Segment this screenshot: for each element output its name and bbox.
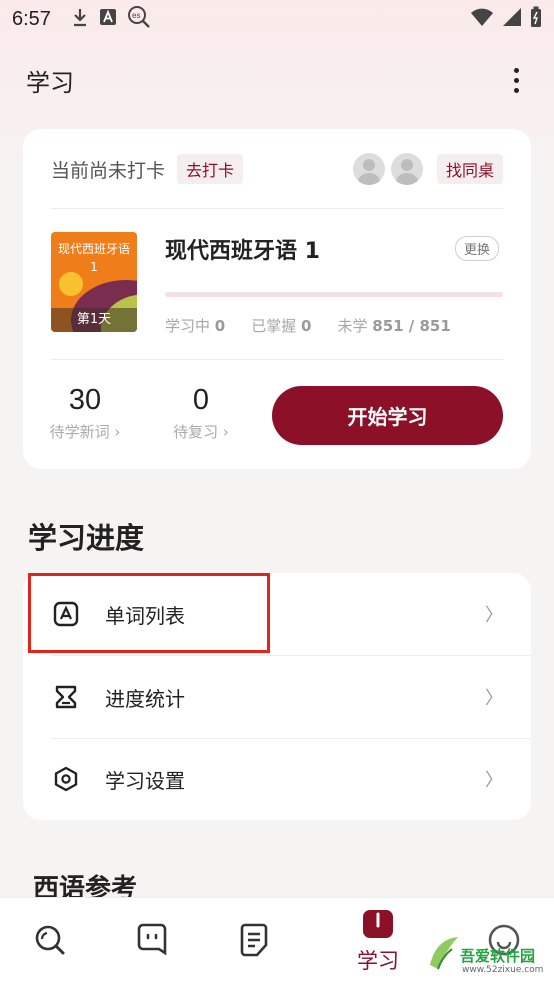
nav-item-documents[interactable] (219, 898, 289, 984)
watermark-url: www.52zixue.com (462, 965, 544, 975)
divider (51, 359, 503, 360)
change-book-button[interactable]: 更换 (455, 236, 500, 261)
status-bar: 6:57 es (0, 0, 554, 38)
watermark-logo: 吾爱软件园 www.52zixue.com (424, 925, 554, 983)
cover-title: 现代西班牙语 1 (57, 242, 130, 274)
word-stats: 学习中 0 已掌握 0 未学 851 / 851 (165, 315, 451, 336)
wifi-icon (470, 7, 494, 32)
chevron-right-icon: 〉 (485, 770, 503, 791)
cover-day: 第1天 (51, 308, 137, 332)
stat-unlearned: 未学 851 / 851 (337, 317, 451, 335)
chevron-right-icon: 〉 (485, 605, 503, 626)
settings-hex-icon (51, 764, 81, 794)
stat-mastered: 已掌握 0 (251, 317, 312, 335)
checkin-button[interactable]: 去打卡 (177, 154, 244, 184)
menu-item-label: 学习设置 (105, 768, 185, 793)
book-progress-bar (165, 292, 503, 297)
study-card: 当前尚未打卡 去打卡 找同桌 现代西班牙语 1 第1天 现代西班牙语 1 更换 … (23, 129, 531, 469)
review-label: 待复习 › (173, 423, 229, 441)
signal-icon (502, 7, 522, 32)
download-icon (71, 7, 89, 32)
find-partner-button[interactable]: 找同桌 (436, 154, 503, 184)
menu-item-progress-stats[interactable]: 进度统计 〉 (23, 656, 531, 738)
new-words-count[interactable]: 30 待学新词 › (35, 384, 135, 442)
stat-learning: 学习中 0 (165, 317, 226, 335)
menu-item-label: 进度统计 (105, 686, 185, 711)
more-vertical-icon[interactable] (504, 60, 528, 100)
checkin-status: 当前尚未打卡 (51, 159, 166, 182)
checkin-row: 当前尚未打卡 去打卡 找同桌 (51, 151, 503, 187)
document-icon (239, 923, 269, 961)
svg-text:es: es (132, 11, 140, 20)
nav-item-label: 学习 (357, 948, 399, 973)
status-time: 6:57 (12, 7, 51, 30)
partner-avatars[interactable] (352, 153, 423, 185)
page-title: 学习 (26, 68, 74, 97)
new-words-label: 待学新词 › (49, 423, 121, 441)
nav-item-chat[interactable] (117, 898, 187, 984)
nav-item-search[interactable] (15, 898, 85, 984)
hourglass-icon (51, 682, 81, 712)
new-words-number: 30 (68, 384, 102, 416)
study-book-icon (362, 909, 394, 943)
divider (51, 208, 503, 209)
review-count[interactable]: 0 待复习 › (151, 384, 251, 442)
search-icon (33, 923, 67, 961)
nav-item-study[interactable]: 学习 (343, 898, 413, 984)
book-cover[interactable]: 现代西班牙语 1 第1天 (51, 232, 137, 332)
watermark-text: 吾爱软件园 (460, 947, 536, 965)
font-a-icon (99, 7, 117, 31)
chat-face-icon (135, 923, 169, 961)
avatar (352, 153, 385, 185)
es-search-icon: es (127, 5, 151, 34)
section-title-progress: 学习进度 (28, 521, 145, 555)
start-study-button[interactable]: 开始学习 (272, 386, 503, 445)
highlight-annotation-box (28, 573, 270, 653)
book-title: 现代西班牙语 1 (165, 239, 320, 264)
review-number: 0 (192, 384, 210, 416)
app-bar: 学习 (0, 50, 554, 110)
battery-icon (530, 6, 542, 33)
chevron-right-icon: 〉 (485, 688, 503, 709)
menu-item-study-settings[interactable]: 学习设置 〉 (23, 738, 531, 820)
avatar (390, 153, 423, 185)
